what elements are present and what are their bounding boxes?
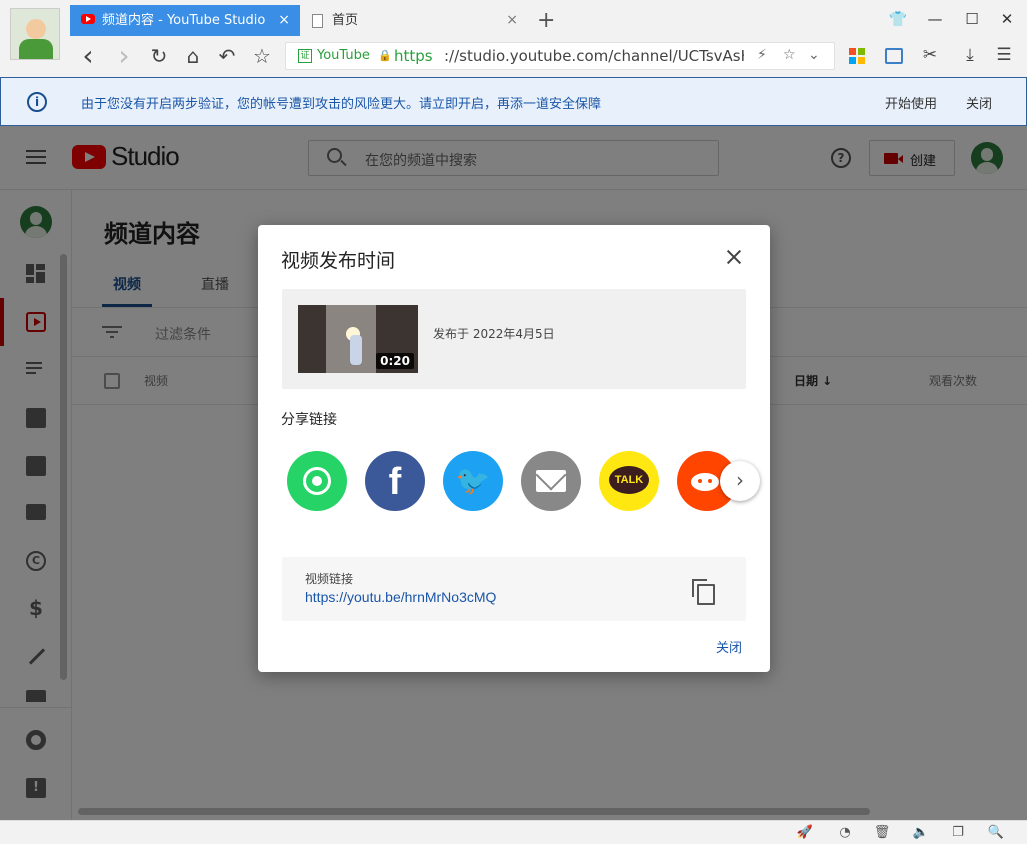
undo-close-button[interactable]: ↶ bbox=[212, 45, 242, 67]
share-kakaotalk-button[interactable]: TALK bbox=[599, 451, 659, 511]
email-envelope-icon bbox=[536, 470, 566, 492]
profile-body-icon bbox=[19, 39, 53, 59]
dialog-close-button[interactable]: 关闭 bbox=[716, 637, 742, 656]
tab-close-icon[interactable]: × bbox=[278, 5, 290, 36]
share-next-arrow-icon[interactable]: › bbox=[720, 461, 760, 501]
tab-close-icon[interactable]: × bbox=[506, 5, 518, 36]
published-date: 发布于 2022年4月5日 bbox=[433, 327, 555, 341]
search-icon[interactable]: 🔍 bbox=[987, 825, 1005, 840]
twitter-bird-icon: 🐦 bbox=[455, 464, 491, 497]
forward-button[interactable]: › bbox=[109, 42, 139, 70]
tab-title: 频道内容 - YouTube Studio bbox=[102, 13, 266, 28]
chevron-down-icon[interactable]: ⌄ bbox=[808, 47, 820, 63]
share-dialog: 视频发布时间 0:20 发布于 2022年4月5日 分享链接 f 🐦 TALK … bbox=[258, 225, 770, 672]
share-email-button[interactable] bbox=[521, 451, 581, 511]
bookmark-button[interactable]: ☆ bbox=[247, 45, 277, 67]
lock-icon: 🔒 bbox=[378, 49, 392, 62]
minimize-button[interactable]: — bbox=[918, 5, 952, 33]
trash-icon[interactable]: 🗑 bbox=[873, 825, 891, 840]
facebook-icon: f bbox=[388, 461, 402, 503]
certificate-label: YouTube bbox=[317, 48, 370, 63]
sound-icon[interactable]: 🔈 bbox=[912, 825, 930, 840]
video-link-url[interactable]: https://youtu.be/hrnMrNo3cMQ bbox=[305, 589, 496, 605]
skin-icon[interactable]: 👕 bbox=[881, 5, 915, 33]
new-tab-button[interactable]: + bbox=[537, 5, 555, 36]
share-facebook-button[interactable]: f bbox=[365, 451, 425, 511]
window-icon[interactable]: ❐ bbox=[949, 825, 967, 840]
address-bar[interactable]: 证 YouTube 🔒 https ://studio.youtube.com/… bbox=[285, 42, 835, 70]
flash-icon[interactable]: ⚡ bbox=[757, 47, 767, 63]
info-icon: i bbox=[27, 92, 47, 112]
home-button[interactable]: ⌂ bbox=[178, 45, 208, 67]
speed-icon[interactable]: ◔ bbox=[836, 825, 854, 840]
tab-home[interactable]: 首页 × bbox=[302, 5, 530, 36]
url-scheme: https bbox=[394, 47, 433, 65]
share-section-title: 分享链接 bbox=[281, 412, 337, 428]
document-icon bbox=[312, 14, 323, 28]
tab-youtube-studio[interactable]: 频道内容 - YouTube Studio × bbox=[70, 5, 300, 36]
banner-close-button[interactable]: 关闭 bbox=[966, 93, 992, 112]
browser-profile-avatar[interactable] bbox=[10, 8, 60, 60]
download-icon[interactable]: ⤓ bbox=[958, 45, 982, 65]
maximize-button[interactable]: ☐ bbox=[955, 5, 989, 33]
share-twitter-button[interactable]: 🐦 bbox=[443, 451, 503, 511]
url-text: ://studio.youtube.com/channel/UCTsvAsH4G… bbox=[444, 47, 744, 65]
reddit-alien-icon bbox=[691, 473, 719, 491]
reload-button[interactable]: ↻ bbox=[144, 45, 174, 67]
apps-icon[interactable] bbox=[849, 48, 865, 64]
browser-status-bar: 🚀 ◔ 🗑 🔈 ❐ 🔍 bbox=[0, 820, 1027, 844]
profile-face-icon bbox=[26, 19, 46, 39]
tab-title: 首页 bbox=[332, 13, 359, 28]
browser-chrome: 频道内容 - YouTube Studio × 首页 × + 👕 — ☐ ✕ ‹… bbox=[0, 0, 1027, 77]
menu-icon[interactable]: ☰ bbox=[992, 45, 1016, 65]
window-close-button[interactable]: ✕ bbox=[990, 5, 1024, 33]
youtube-favicon-icon bbox=[81, 14, 95, 24]
certificate-icon[interactable]: 证 bbox=[298, 49, 312, 63]
screenshot-icon[interactable] bbox=[885, 48, 903, 64]
share-whatsapp-button[interactable] bbox=[287, 451, 347, 511]
star-icon[interactable]: ☆ bbox=[783, 47, 796, 63]
video-link-card: 视频链接 https://youtu.be/hrnMrNo3cMQ bbox=[282, 557, 746, 621]
banner-start-button[interactable]: 开始使用 bbox=[885, 93, 937, 112]
video-link-label: 视频链接 bbox=[305, 572, 354, 586]
close-icon[interactable] bbox=[722, 245, 746, 269]
security-banner: i 由于您没有开启两步验证，您的帐号遭到攻击的风险更大。请立即开启，再添一道安全… bbox=[0, 77, 1027, 126]
rocket-icon[interactable]: 🚀 bbox=[796, 825, 814, 840]
whatsapp-icon bbox=[303, 467, 331, 495]
scissors-icon[interactable]: ✂ bbox=[918, 45, 942, 65]
back-button[interactable]: ‹ bbox=[73, 42, 103, 70]
banner-message: 由于您没有开启两步验证，您的帐号遭到攻击的风险更大。请立即开启，再添一道安全保障 bbox=[81, 97, 602, 112]
kakaotalk-icon: TALK bbox=[609, 466, 649, 494]
copy-icon[interactable] bbox=[692, 579, 715, 605]
video-thumbnail[interactable]: 0:20 bbox=[298, 305, 418, 373]
video-card: 0:20 发布于 2022年4月5日 bbox=[282, 289, 746, 389]
video-duration-badge: 0:20 bbox=[376, 353, 414, 369]
dialog-title: 视频发布时间 bbox=[281, 250, 396, 272]
